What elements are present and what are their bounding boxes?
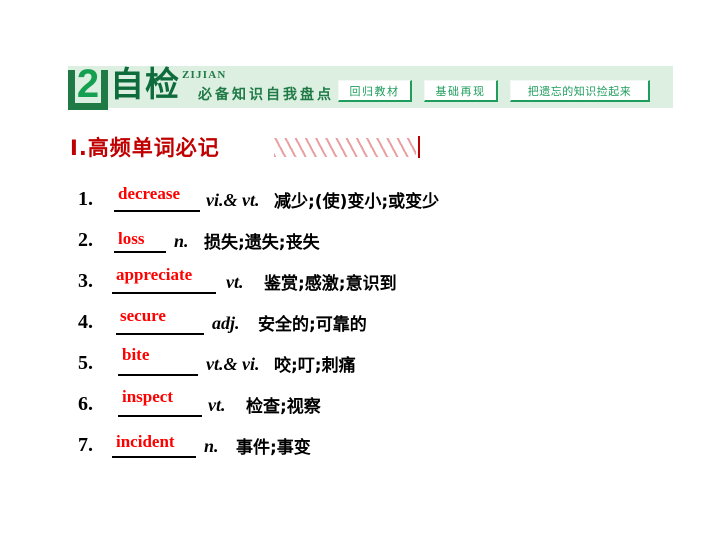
vocab-part-of-speech: n.: [174, 231, 189, 251]
vocab-part-of-speech: vi.& vt.: [206, 190, 260, 210]
vocab-answer-word: secure: [120, 306, 166, 325]
hatch-end-bar: [418, 136, 420, 158]
hatch-decoration: [274, 138, 416, 157]
header-title-pinyin: ZIJIAN: [182, 69, 227, 81]
vocab-part-of-speech: vt.& vi.: [206, 354, 260, 374]
header-title-cn: 自检: [110, 65, 180, 105]
vocab-item-number: 4.: [78, 311, 93, 333]
vocab-definition: 咬;叮;刺痛: [274, 356, 356, 376]
vocab-part-of-speech: n.: [204, 436, 219, 456]
tag-button-back-to-textbook[interactable]: 回归教材: [338, 80, 412, 102]
vocab-item-number: 6.: [78, 393, 93, 415]
vocab-answer-word: loss: [118, 229, 145, 248]
vocab-part-of-speech: adj.: [212, 313, 240, 333]
vocab-row: 3. appreciate vt. 鉴赏;感激;意识到: [78, 258, 678, 299]
vocab-item-number: 3.: [78, 270, 93, 292]
vocab-definition: 损失;遗失;丧失: [204, 233, 320, 253]
vocab-row: 6. inspect vt. 检查;视察: [78, 381, 678, 422]
vocab-definition: 安全的;可靠的: [258, 315, 367, 335]
tag-button-basics-review[interactable]: 基础再现: [424, 80, 498, 102]
vocab-row: 2. loss n. 损失;遗失;丧失: [78, 217, 678, 258]
vocab-item-number: 5.: [78, 352, 93, 374]
vocab-definition: 减少;(使)变小;或变少: [274, 192, 440, 212]
section-title: Ⅰ.高频单词必记: [70, 136, 220, 160]
vocab-row: 1. decrease vi.& vt. 减少;(使)变小;或变少: [78, 176, 678, 217]
vocab-item-number: 7.: [78, 434, 93, 456]
vocab-answer-word: incident: [116, 432, 175, 451]
vocab-definition: 事件;事变: [236, 438, 311, 458]
vocab-item-number: 2.: [78, 229, 93, 251]
header-divider: [68, 108, 673, 110]
vocab-part-of-speech: vt.: [208, 395, 226, 415]
vocab-row: 7. incident n. 事件;事变: [78, 422, 678, 463]
tag-button-recall-forgotten[interactable]: 把遗忘的知识捡起来: [510, 80, 650, 102]
vocab-answer-word: bite: [122, 345, 150, 364]
vocab-row: 5. bite vt.& vi. 咬;叮;刺痛: [78, 340, 678, 381]
vocab-row: 4. secure adj. 安全的;可靠的: [78, 299, 678, 340]
vocab-item-number: 1.: [78, 188, 93, 210]
section-number-badge: 2: [68, 62, 108, 110]
vocab-part-of-speech: vt.: [226, 272, 244, 292]
vocabulary-list: 1. decrease vi.& vt. 减少;(使)变小;或变少 2. loss n. 损失…: [78, 176, 678, 463]
header-subtitle: 必备知识自我盘点: [198, 87, 334, 103]
vocab-answer-word: decrease: [118, 184, 180, 203]
vocab-answer-word: appreciate: [116, 265, 193, 284]
vocab-answer-word: inspect: [122, 387, 173, 406]
vocab-definition: 鉴赏;感激;意识到: [264, 274, 397, 294]
badge-number: 2: [76, 62, 100, 106]
vocab-definition: 检查;视察: [246, 397, 321, 417]
